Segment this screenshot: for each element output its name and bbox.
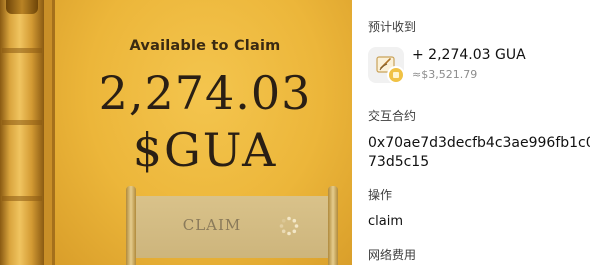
- claim-button[interactable]: CLAIM: [126, 186, 338, 265]
- button-scroll-knob-right: [328, 186, 338, 265]
- scroll-rod: [0, 0, 44, 265]
- claim-panel: Available to Claim 2,274.03 $GUA CLAIM: [0, 0, 352, 265]
- receive-amount: + 2,274.03 GUA: [412, 47, 526, 63]
- receive-usd-value: ≈$3,521.79: [412, 68, 478, 81]
- operation-value: claim: [368, 214, 404, 229]
- contract-address[interactable]: 0x70ae7d3decfb4c3ae996fb1c07 73d5c15: [368, 134, 590, 172]
- token-badge-icon: [387, 66, 405, 84]
- estimated-receive-label: 预计收到: [368, 20, 417, 34]
- rod-ring: [2, 48, 42, 53]
- parchment-board: Available to Claim 2,274.03 $GUA CLAIM: [52, 0, 352, 265]
- wallet-confirm-panel: 预计收到 + 2,274.03 GUA ≈$3,521.79 交互合约 0x70…: [352, 0, 590, 265]
- available-heading: Available to Claim: [129, 38, 281, 54]
- claim-token-symbol: $GUA: [132, 123, 278, 177]
- operation-label: 操作: [368, 188, 393, 202]
- contract-address-line2: 73d5c15: [368, 154, 430, 170]
- contract-label: 交互合约: [368, 109, 417, 123]
- claim-button-label: CLAIM: [182, 216, 242, 234]
- loading-spinner-icon: [279, 216, 299, 236]
- network-fee-label: 网络费用: [368, 248, 417, 262]
- contract-address-line1: 0x70ae7d3decfb4c3ae996fb1c07: [368, 135, 590, 151]
- rod-ring: [2, 120, 42, 125]
- rod-ring: [2, 196, 42, 201]
- claim-amount: 2,274.03: [98, 66, 312, 120]
